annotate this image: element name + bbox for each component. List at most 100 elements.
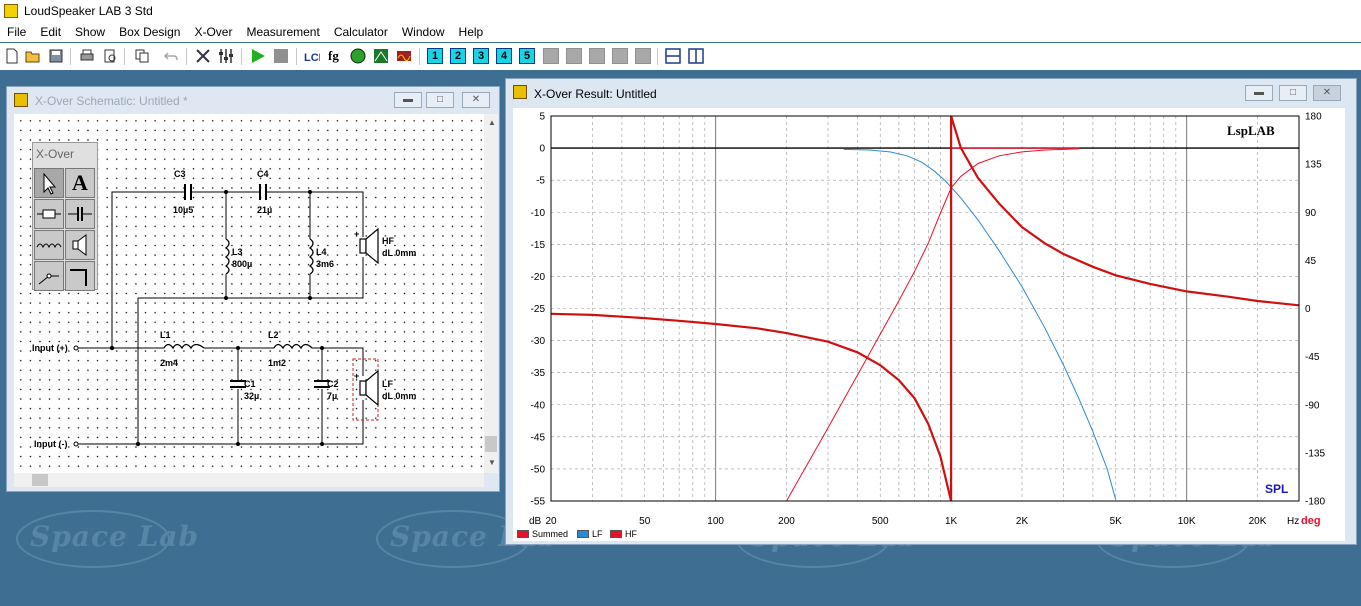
l1-ref: L1 — [160, 330, 171, 340]
y-tick-label: -45 — [531, 432, 546, 443]
cursor-arrow-icon — [43, 172, 57, 195]
scrollbar-thumb[interactable] — [32, 474, 48, 486]
y-tick-label: -40 — [531, 400, 546, 411]
legend-lf[interactable]: LF — [577, 529, 603, 539]
open-folder-icon[interactable] — [25, 48, 41, 64]
lf-speaker-symbol — [359, 369, 379, 407]
c2-ref: C2 — [327, 379, 339, 389]
tile-horizontal-icon[interactable] — [665, 48, 681, 64]
mode-label: SPL — [1265, 482, 1288, 496]
inductor-tool[interactable] — [34, 230, 64, 260]
wire-tool[interactable] — [65, 261, 95, 291]
probe-icon — [38, 273, 59, 285]
menu-edit[interactable]: Edit — [33, 22, 68, 39]
inductor-l4 — [308, 238, 314, 275]
c4-value: 21µ — [257, 205, 272, 215]
x-tick-label: 1K — [945, 516, 958, 527]
y-tick-label: -10 — [531, 208, 546, 219]
legend-hf-swatch — [610, 530, 622, 538]
scrollbar-thumb[interactable] — [485, 436, 497, 452]
menu-window[interactable]: Window — [395, 22, 452, 39]
input-negative-label: Input (-) — [34, 439, 67, 449]
disabled-button[interactable] — [589, 48, 605, 64]
resistor-tool[interactable] — [34, 199, 64, 229]
menu-x-over[interactable]: X-Over — [187, 22, 239, 39]
menu-help[interactable]: Help — [452, 22, 491, 39]
speaker-icon — [72, 234, 87, 256]
minimize-button[interactable]: ▬ — [1245, 85, 1273, 101]
stop-icon[interactable] — [273, 48, 289, 64]
capacitor-c4 — [259, 184, 267, 200]
c3-ref: C3 — [174, 169, 186, 179]
frequency-response-chart: 50-5-10-15-20-25-30-35-40-45-50-55180135… — [529, 112, 1325, 528]
spectrum-icon[interactable] — [396, 48, 412, 64]
capacitor-tool[interactable] — [65, 199, 95, 229]
xover-tool-palette: X-Over A — [32, 142, 98, 291]
view-5-button[interactable]: 5 — [519, 48, 535, 64]
new-file-icon[interactable] — [4, 48, 20, 64]
tools-icon[interactable] — [195, 48, 211, 64]
palette-title: X-Over — [36, 147, 75, 161]
y-tick-label: -35 — [531, 368, 546, 379]
record-icon[interactable] — [350, 48, 366, 64]
menu-box-design[interactable]: Box Design — [112, 22, 187, 39]
input-positive-label: Input (+) — [32, 343, 68, 353]
text-tool[interactable]: A — [65, 168, 95, 198]
fg-icon[interactable]: fg — [327, 48, 343, 64]
lcr-icon[interactable]: LCR — [304, 48, 320, 64]
x-tick-label: 20K — [1249, 516, 1267, 527]
x-axis-unit: Hz — [1287, 516, 1299, 527]
menu-show[interactable]: Show — [68, 22, 112, 39]
menu-measurement[interactable]: Measurement — [239, 22, 326, 39]
y2-tick-label: -90 — [1305, 400, 1320, 411]
result-window[interactable]: X-Over Result: Untitled ▬ □ ✕ 5 0 -5 -10 -15… — [505, 78, 1357, 545]
menu-calculator[interactable]: Calculator — [327, 22, 395, 39]
undo-icon[interactable] — [163, 48, 179, 64]
print-icon[interactable] — [79, 48, 95, 64]
c3-value: 10µ5 — [173, 205, 193, 215]
x-tick-label: 100 — [707, 516, 724, 527]
copy-icon[interactable] — [134, 48, 150, 64]
disabled-button[interactable] — [612, 48, 628, 64]
disabled-button[interactable] — [543, 48, 559, 64]
curve-icon[interactable] — [373, 48, 389, 64]
view-4-button[interactable]: 4 — [496, 48, 512, 64]
speaker-tool[interactable] — [65, 230, 95, 260]
x-tick-label: 500 — [872, 516, 889, 527]
view-3-button[interactable]: 3 — [473, 48, 489, 64]
legend-summed[interactable]: Summed — [517, 529, 568, 539]
print-preview-icon[interactable] — [102, 48, 118, 64]
legend-hf-label: HF — [625, 529, 637, 539]
close-button[interactable]: ✕ — [462, 92, 490, 108]
view-2-button[interactable]: 2 — [450, 48, 466, 64]
run-icon[interactable] — [250, 48, 266, 64]
brand-label: LspLAB — [1227, 123, 1275, 138]
schematic-vertical-scrollbar[interactable]: ▲ ▼ — [484, 114, 498, 473]
y-tick-label: -25 — [531, 304, 546, 315]
x-tick-label: 2K — [1016, 516, 1029, 527]
l1-value: 2m4 — [160, 358, 178, 368]
toolbar-separator — [186, 48, 187, 65]
close-button[interactable]: ✕ — [1313, 85, 1341, 101]
save-icon[interactable] — [48, 48, 64, 64]
maximize-button[interactable]: □ — [1279, 85, 1307, 101]
y-axis-unit: dB — [529, 516, 542, 527]
disabled-button[interactable] — [566, 48, 582, 64]
disabled-button[interactable] — [635, 48, 651, 64]
minimize-button[interactable]: ▬ — [394, 92, 422, 108]
tile-vertical-icon[interactable] — [688, 48, 704, 64]
menu-file[interactable]: File — [0, 22, 33, 39]
l4-ref: L4 — [316, 247, 327, 257]
view-1-button[interactable]: 1 — [427, 48, 443, 64]
c1-ref: C1 — [244, 379, 256, 389]
inductor-l1 — [163, 343, 205, 350]
maximize-button[interactable]: □ — [426, 92, 454, 108]
app-title: LoudSpeaker LAB 3 Std — [24, 4, 153, 18]
wire-corner-icon — [70, 269, 87, 286]
mixer-icon[interactable] — [218, 48, 234, 64]
x-tick-label: 10K — [1178, 516, 1196, 527]
legend-hf[interactable]: HF — [610, 529, 637, 539]
pointer-tool[interactable] — [34, 168, 64, 198]
probe-tool[interactable] — [34, 261, 64, 291]
schematic-horizontal-scrollbar[interactable] — [14, 473, 484, 487]
